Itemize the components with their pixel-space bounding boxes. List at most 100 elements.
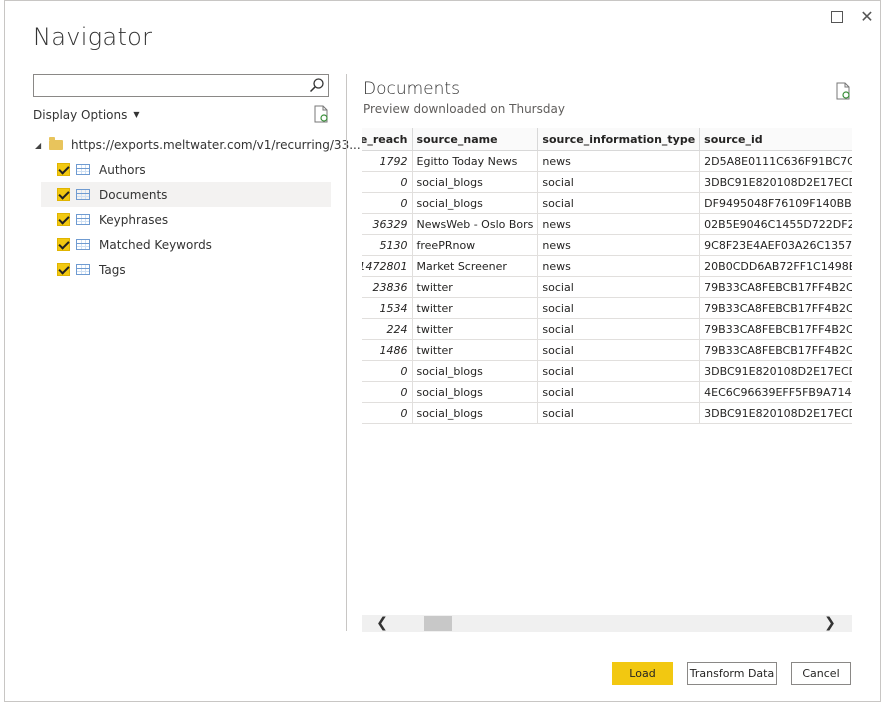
checkbox-matched-keywords[interactable] [57,238,70,251]
cell-source-type: social [537,360,701,382]
search-box[interactable] [33,74,329,97]
cell-source-type: social [537,339,701,361]
refresh-preview-icon[interactable] [835,82,851,100]
search-input[interactable] [38,75,312,97]
tree-item-authors[interactable]: Authors [41,157,331,182]
cell-source-reach: 1534 [362,297,413,319]
cell-source-id: 2D5A8E0111C636F91BC7C [699,150,852,172]
table-icon [76,214,90,225]
table-row: 1792 Egitto Today News news 2D5A8E0111C636F… [362,150,852,172]
cell-source-id: 9C8F23E4AEF03A26C1357 [699,234,852,256]
close-icon: ✕ [860,7,874,26]
tree-item-keyphrases[interactable]: Keyphrases [41,207,331,232]
pane-divider[interactable] [346,74,347,631]
preview-grid[interactable]: source_reach source_name source_informat… [362,128,852,426]
cell-source-type: news [537,255,701,277]
checkbox-authors[interactable] [57,163,70,176]
cell-source-id: 3DBC91E820108D2E17ECD [699,360,852,382]
preview-subtitle: Preview downloaded on Thursday [363,102,565,116]
search-icon[interactable] [309,77,325,93]
table-icon [76,239,90,250]
cell-source-id: 79B33CA8FEBCB17FF4B2C [699,318,852,340]
navigator-dialog: ✕ Navigator Display Options ▼ ◢ https://e… [4,0,881,702]
column-header[interactable]: source_name [412,128,539,151]
cell-source-reach: 0 [362,381,413,403]
checkbox-tags[interactable] [57,263,70,276]
table-row: 23836 twitter social 79B33CA8FEBCB17FF4B2C [362,276,852,298]
column-header[interactable]: source_information_type [537,128,701,151]
maximize-button[interactable] [827,7,847,27]
cell-source-name: twitter [412,318,539,340]
column-header[interactable]: source_reach [362,128,413,151]
table-row: 1534 twitter social 79B33CA8FEBCB17FF4B2C [362,297,852,319]
tree-item-tags[interactable]: Tags [41,257,331,282]
table-row: 5130 freePRnow news 9C8F23E4AEF03A26C1357 [362,234,852,256]
cell-source-name: freePRnow [412,234,539,256]
cell-source-type: social [537,192,701,214]
cell-source-name: social_blogs [412,381,539,403]
scroll-left-arrow-icon[interactable]: ❮ [372,615,392,632]
cell-source-reach: 0 [362,402,413,424]
cell-source-id: 4EC6C96639EFF5FB9A714 [699,381,852,403]
cancel-button[interactable]: Cancel [791,662,851,685]
table-row: 0 social_blogs social 3DBC91E820108D2E17ECD [362,360,852,382]
table-row: 0 social_blogs social DF9495048F76109F140BB [362,192,852,214]
refresh-icon[interactable] [313,105,329,123]
cell-source-reach: 0 [362,192,413,214]
tree-item-documents[interactable]: Documents [41,182,331,207]
cell-source-name: social_blogs [412,360,539,382]
cell-source-id: 79B33CA8FEBCB17FF4B2C [699,339,852,361]
scroll-right-arrow-icon[interactable]: ❯ [820,615,840,632]
cell-source-type: news [537,213,701,235]
table-icon [76,164,90,175]
cell-source-id: 3DBC91E820108D2E17ECD [699,171,852,193]
table-row: 0 social_blogs social 3DBC91E820108D2E17ECD [362,402,852,424]
cell-source-name: NewsWeb - Oslo Bors [412,213,539,235]
transform-data-button[interactable]: Transform Data [687,662,777,685]
column-header[interactable]: source_id [699,128,852,151]
display-options-dropdown[interactable]: Display Options ▼ [33,108,140,122]
horizontal-scrollbar[interactable]: ❮ ❯ [362,615,852,632]
cell-source-type: social [537,297,701,319]
tree-root-node[interactable]: ◢ https://exports.meltwater.com/v1/recur… [35,137,361,152]
maximize-icon [831,11,843,23]
checkbox-keyphrases[interactable] [57,213,70,226]
load-button[interactable]: Load [612,662,673,685]
cell-source-reach: 0 [362,171,413,193]
preview-title: Documents [363,79,460,99]
close-button[interactable]: ✕ [857,7,877,27]
tree-item-matched-keywords[interactable]: Matched Keywords [41,232,331,257]
chevron-down-icon: ▼ [133,110,140,119]
tree-item-label: Keyphrases [99,212,169,227]
cell-source-reach: 1486 [362,339,413,361]
cell-source-id: 79B33CA8FEBCB17FF4B2C [699,297,852,319]
preview-table: source_reach source_name source_informat… [362,128,852,424]
table-icon [76,189,90,200]
dialog-title: Navigator [33,23,153,51]
cell-source-type: social [537,318,701,340]
table-row: 0 social_blogs social 4EC6C96639EFF5FB9A714 [362,381,852,403]
checkbox-documents[interactable] [57,188,70,201]
cell-source-reach: 1792 [362,150,413,172]
cell-source-reach: 0 [362,360,413,382]
cell-source-name: social_blogs [412,192,539,214]
cell-source-name: social_blogs [412,402,539,424]
scrollbar-thumb[interactable] [424,616,452,631]
cell-source-type: news [537,234,701,256]
table-icon [76,264,90,275]
expand-triangle-icon[interactable]: ◢ [35,141,45,150]
cell-source-name: Market Screener [412,255,539,277]
tree-item-label: Authors [99,162,146,177]
cell-source-type: news [537,150,701,172]
tree-item-label: Matched Keywords [99,237,212,252]
cell-source-reach: 5130 [362,234,413,256]
cell-source-name: social_blogs [412,171,539,193]
cell-source-type: social [537,171,701,193]
cell-source-reach: 23836 [362,276,413,298]
tree-item-label: Documents [99,187,168,202]
cell-source-id: 79B33CA8FEBCB17FF4B2C [699,276,852,298]
tree-root-label: https://exports.meltwater.com/v1/recurri… [71,138,361,152]
cell-source-name: twitter [412,276,539,298]
cell-source-type: social [537,276,701,298]
cell-source-name: twitter [412,339,539,361]
